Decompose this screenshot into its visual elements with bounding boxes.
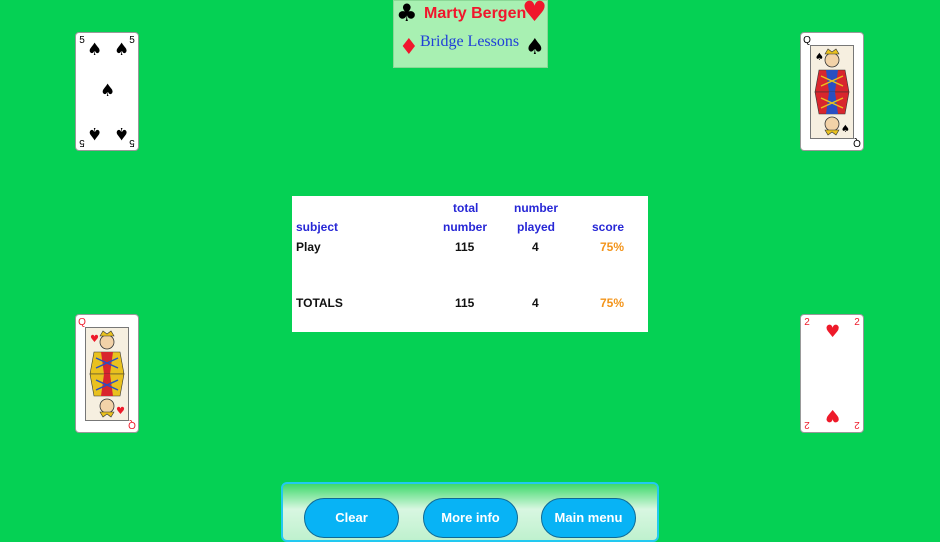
card-queen-of-spades: Q Q ♠ ♠ [800, 32, 864, 151]
card-queen-of-hearts: Q Q ♥ ♥ [75, 314, 139, 433]
card-rank: 2 [854, 419, 860, 430]
row-score: 75% [600, 240, 625, 254]
header-played-line2: played [517, 220, 556, 234]
heart-pip-icon: ♥ [825, 322, 841, 342]
totals-played: 4 [532, 296, 539, 310]
card-rank: 2 [804, 317, 810, 328]
lesson-stats-table: total number subject number played score… [292, 196, 648, 332]
svg-text:♠: ♠ [841, 124, 850, 135]
action-button-bar: Clear More info Main menu [281, 482, 659, 542]
card-rank: 5 [79, 137, 85, 148]
spade-pip-icon: ♠ [100, 81, 116, 101]
totals-label: TOTALS [296, 296, 343, 310]
diamond-suit-icon: ♦ [399, 35, 419, 60]
spade-pip-icon: ♠ [114, 40, 130, 60]
card-five-of-spades: 5 5 5 5 ♠ ♠ ♠ ♠ ♠ [75, 32, 139, 151]
card-rank: 2 [854, 317, 860, 328]
totals-total: 115 [455, 296, 475, 310]
header-played-line1: number [514, 201, 559, 215]
row-subject: Play [296, 240, 321, 254]
svg-text:♠: ♠ [815, 52, 824, 63]
svg-text:♥: ♥ [116, 406, 125, 417]
card-rank: 5 [79, 35, 85, 46]
heart-suit-icon: ♥ [522, 0, 548, 28]
spade-pip-icon: ♠ [87, 40, 103, 60]
svg-text:♥: ♥ [90, 334, 99, 345]
totals-score: 75% [600, 296, 625, 310]
row-total: 115 [455, 240, 475, 254]
spade-suit-icon: ♠ [525, 35, 545, 60]
spade-pip-icon: ♠ [87, 123, 103, 143]
more-info-button[interactable]: More info [423, 498, 518, 538]
card-two-of-hearts: 2 2 2 2 ♥ ♥ [800, 314, 864, 433]
header-total-line1: total [453, 201, 479, 215]
header-subject: subject [296, 220, 339, 234]
queen-face-illustration: ♠ ♠ [810, 45, 854, 139]
queen-face-illustration: ♥ ♥ [85, 327, 129, 421]
club-suit-icon: ♣ [396, 0, 418, 27]
header-total-line2: number [443, 220, 488, 234]
clear-button[interactable]: Clear [304, 498, 399, 538]
logo-title: Marty Bergen [424, 5, 527, 22]
bridge-lessons-logo: ♣ Marty Bergen ♥ ♦ Bridge Lessons ♠ [393, 0, 548, 68]
logo-subtitle: Bridge Lessons [420, 33, 520, 50]
heart-pip-icon: ♥ [825, 405, 841, 425]
spade-pip-icon: ♠ [114, 123, 130, 143]
row-played: 4 [532, 240, 539, 254]
card-rank: 2 [804, 419, 810, 430]
main-menu-button[interactable]: Main menu [541, 498, 636, 538]
header-score: score [592, 220, 625, 234]
